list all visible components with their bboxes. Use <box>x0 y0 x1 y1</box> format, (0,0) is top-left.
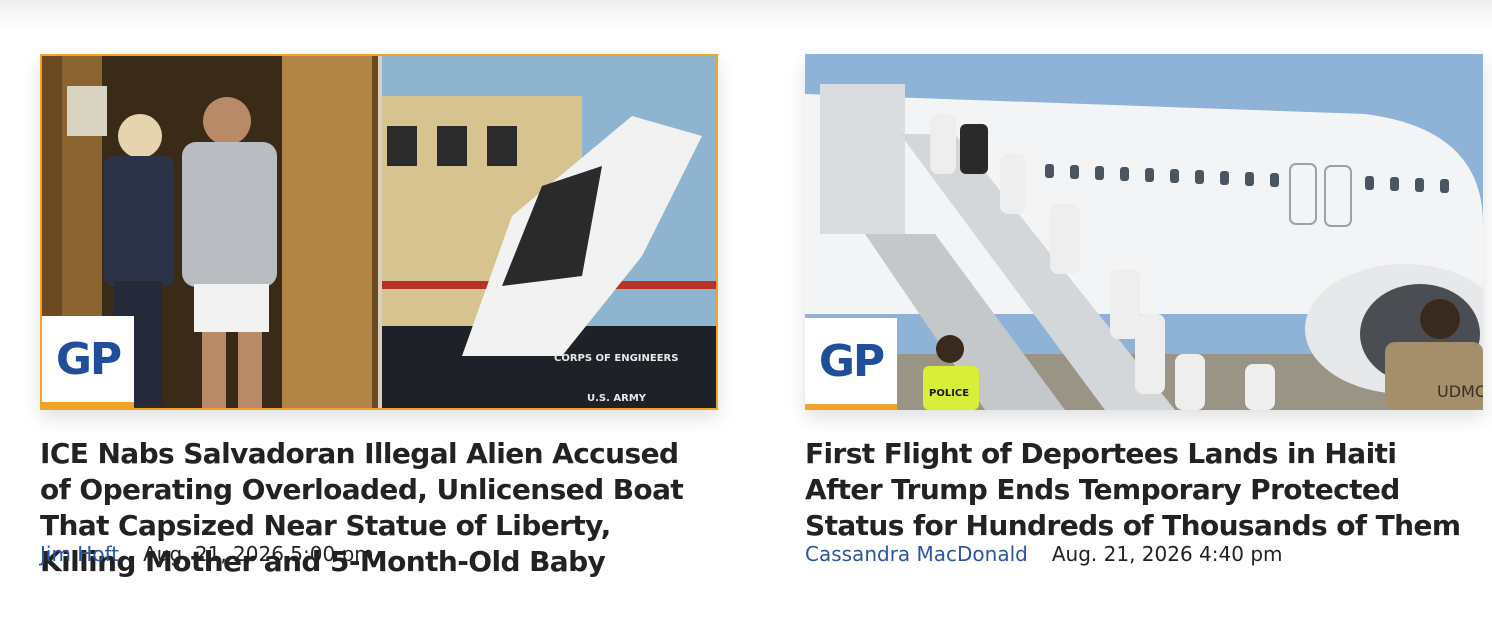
article-thumbnail-image: POLICE UDMO <box>805 54 1483 410</box>
svg-text:U.S. ARMY: U.S. ARMY <box>587 393 647 404</box>
article-thumbnail-link[interactable]: CORPS OF ENGINEERS U.S. ARMY GP <box>40 54 718 410</box>
site-logo-badge: GP <box>42 316 134 408</box>
article-meta: Jim Hoft Aug. 21, 2026 5:00 pm <box>40 542 374 566</box>
site-logo-badge: GP <box>805 318 897 410</box>
article-meta: Cassandra MacDonald Aug. 21, 2026 4:40 pm <box>805 542 1283 566</box>
svg-text:POLICE: POLICE <box>929 388 969 399</box>
publish-date: Aug. 21, 2026 5:00 pm <box>143 542 374 566</box>
svg-text:CORPS OF ENGINEERS: CORPS OF ENGINEERS <box>554 353 678 364</box>
article-headline-link[interactable]: First Flight of Deportees Lands in Haiti… <box>805 436 1475 544</box>
article-card: CORPS OF ENGINEERS U.S. ARMY GP ICE Nabs… <box>40 54 720 580</box>
author-link[interactable]: Cassandra MacDonald <box>805 542 1028 566</box>
site-logo-text: GP <box>818 335 885 387</box>
article-card: POLICE UDMO GP First Flight of Deportees… <box>805 54 1485 544</box>
top-fade <box>0 0 1492 30</box>
svg-text:UDMO: UDMO <box>1437 382 1483 401</box>
author-link[interactable]: Jim Hoft <box>40 542 119 566</box>
article-thumbnail-link[interactable]: POLICE UDMO GP <box>805 54 1483 410</box>
site-logo-text: GP <box>55 333 122 385</box>
article-thumbnail-image: CORPS OF ENGINEERS U.S. ARMY <box>42 56 716 408</box>
publish-date: Aug. 21, 2026 4:40 pm <box>1051 542 1283 566</box>
